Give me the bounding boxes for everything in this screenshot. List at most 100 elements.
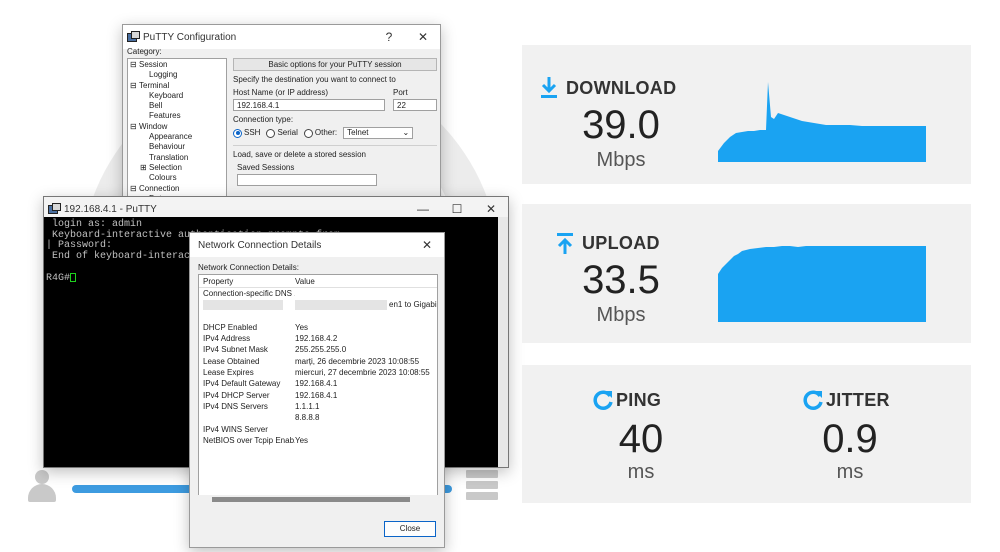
putty-config-window: PuTTY Configuration ? ✕ Category: ⊟ Sessi… [122, 24, 441, 204]
tree-item-label: Features [149, 111, 181, 121]
ping-unit: ms [627, 461, 655, 483]
table-row[interactable]: IPv4 DNS Servers 1.1.1.1 [199, 401, 437, 412]
port-input[interactable]: 22 [393, 99, 437, 111]
table-row[interactable]: 8.8.8.8 [199, 412, 437, 423]
saved-sessions-label: Saved Sessions [237, 163, 295, 172]
tree-item-label: Translation [149, 152, 189, 162]
latency-panel: PING 40 ms JITTER 0.9 ms [522, 365, 971, 503]
tree-item[interactable]: ⊟ Window [130, 122, 224, 132]
category-tree[interactable]: ⊟ Session Logging ⊟ Terminal Keyboard Bell Feat… [127, 58, 227, 200]
tree-expander-icon[interactable]: ⊞ [140, 163, 149, 173]
tree-item[interactable]: Features [130, 111, 224, 121]
terminal-line-text: login as: admin [46, 219, 143, 230]
tree-item-label: Connection [139, 183, 180, 193]
value-cell: 192.168.4.1 [295, 390, 338, 400]
tree-expander-icon[interactable]: ⊟ [130, 184, 139, 194]
saved-sessions-input[interactable] [237, 174, 377, 186]
terminal-line-text: R4G# [46, 273, 71, 285]
tree-item[interactable]: Appearance [130, 132, 224, 142]
tree-expander-icon[interactable]: ⊟ [130, 81, 139, 91]
table-row[interactable]: IPv4 WINS Server [199, 424, 437, 435]
tree-item-label: Selection [149, 162, 182, 172]
user-icon [26, 470, 58, 504]
tree-item-label: Colours [149, 173, 177, 183]
tree-item[interactable]: Colours [130, 173, 224, 183]
other-protocol-select[interactable]: Telnet ⌄ [343, 127, 414, 139]
value-cell: en1 to Gigabi [295, 299, 437, 311]
close-button[interactable]: Close [384, 521, 436, 537]
terminal-cursor [70, 272, 77, 282]
network-connection-details-dialog: Network Connection Details ✕ Network Con… [189, 232, 445, 548]
details-table[interactable]: Property Value Connection-specific DNS .… [198, 274, 438, 504]
category-label: Category: [127, 47, 162, 56]
radio-other[interactable]: Other: [303, 128, 337, 138]
upload-graph [718, 246, 926, 322]
tree-item[interactable]: ⊟ Session [130, 60, 224, 70]
tree-expander-icon[interactable]: ⊟ [130, 122, 139, 132]
port-label: Port [393, 88, 408, 97]
tree-item[interactable]: Bell [130, 101, 224, 111]
terminal-line-text: | Password: [46, 240, 113, 252]
tree-item-label: Window [139, 121, 168, 131]
tree-item-label: Appearance [149, 132, 193, 142]
ping-value: 40 [618, 417, 664, 461]
tree-item-label: Keyboard [149, 90, 184, 100]
column-header-property[interactable]: Property [199, 275, 295, 287]
table-row[interactable]: IPv4 Subnet Mask 255.255.255.0 [199, 344, 437, 355]
jitter-refresh-icon [803, 390, 823, 410]
tree-item[interactable]: ⊟ Terminal [130, 81, 224, 91]
table-row[interactable]: Connection-specific DNS ... [199, 288, 437, 299]
horizontal-scrollbar[interactable] [198, 495, 438, 504]
help-button[interactable]: ? [372, 25, 406, 49]
close-icon[interactable]: ✕ [410, 233, 444, 257]
radio-serial[interactable]: Serial [266, 128, 298, 138]
tree-item[interactable]: Behaviour [130, 142, 224, 152]
column-header-value[interactable]: Value [295, 275, 437, 287]
putty-icon [48, 203, 61, 215]
redacted-block [295, 300, 387, 311]
tree-item-label: Logging [149, 70, 178, 80]
destination-label: Specify the destination you want to conn… [233, 75, 396, 84]
jitter-unit: ms [836, 461, 864, 483]
radio-icon [303, 128, 313, 138]
details-table-header: Property Value [199, 275, 437, 288]
putty-config-titlebar: PuTTY Configuration ? ✕ [123, 25, 440, 49]
upload-header: UPLOAD [556, 232, 660, 254]
tree-item[interactable]: Translation [130, 153, 224, 163]
upload-unit: Mbps [596, 304, 646, 326]
scrollbar-thumb[interactable] [212, 497, 410, 502]
tree-item[interactable]: Logging [130, 70, 224, 80]
table-row[interactable]: IPv4 Address 192.168.4.2 [199, 333, 437, 344]
property-cell: IPv4 DHCP Server [203, 390, 270, 400]
table-row[interactable]: Lease Obtained marți, 26 decembrie 2023 1… [199, 356, 437, 367]
radio-selected-icon [233, 128, 242, 138]
table-row[interactable]: Lease Expires miercuri, 27 decembrie 2023… [199, 367, 437, 378]
tree-expander-icon[interactable]: ⊟ [130, 60, 139, 70]
host-name-input[interactable]: 192.168.4.1 [233, 99, 385, 111]
property-cell: IPv4 WINS Server [203, 424, 268, 434]
table-row[interactable] [199, 311, 437, 322]
jitter-label: JITTER [826, 389, 890, 410]
ncd-label: Network Connection Details: [198, 263, 299, 272]
table-row[interactable]: DHCP Enabled Yes [199, 322, 437, 333]
radio-ssh[interactable]: SSH [233, 128, 260, 138]
upload-value: 33.5 [582, 258, 660, 302]
tree-item[interactable]: Keyboard [130, 91, 224, 101]
tree-item-label: Session [139, 60, 168, 69]
radio-icon [266, 128, 276, 138]
upload-arrow-icon [557, 233, 573, 254]
table-row[interactable]: IPv4 DHCP Server 192.168.4.1 [199, 390, 437, 401]
table-row[interactable]: NetBIOS over Tcpip Enab... Yes [199, 435, 437, 446]
download-unit: Mbps [596, 149, 646, 171]
redacted-block [203, 300, 283, 311]
tree-item[interactable]: ⊞ Selection [130, 163, 224, 173]
download-value: 39.0 [582, 103, 660, 147]
connection-type-label: Connection type: [233, 115, 294, 124]
terminal-scrollbar[interactable] [498, 217, 508, 467]
tree-item[interactable]: ⊟ Connection [130, 184, 224, 194]
table-row[interactable]: IPv4 Default Gateway 192.168.4.1 [199, 378, 437, 389]
tree-item-label: Bell [149, 101, 163, 111]
ncd-title: Network Connection Details [198, 239, 322, 251]
close-button[interactable]: ✕ [406, 25, 440, 49]
table-row[interactable]: en1 to Gigabi [199, 299, 437, 311]
